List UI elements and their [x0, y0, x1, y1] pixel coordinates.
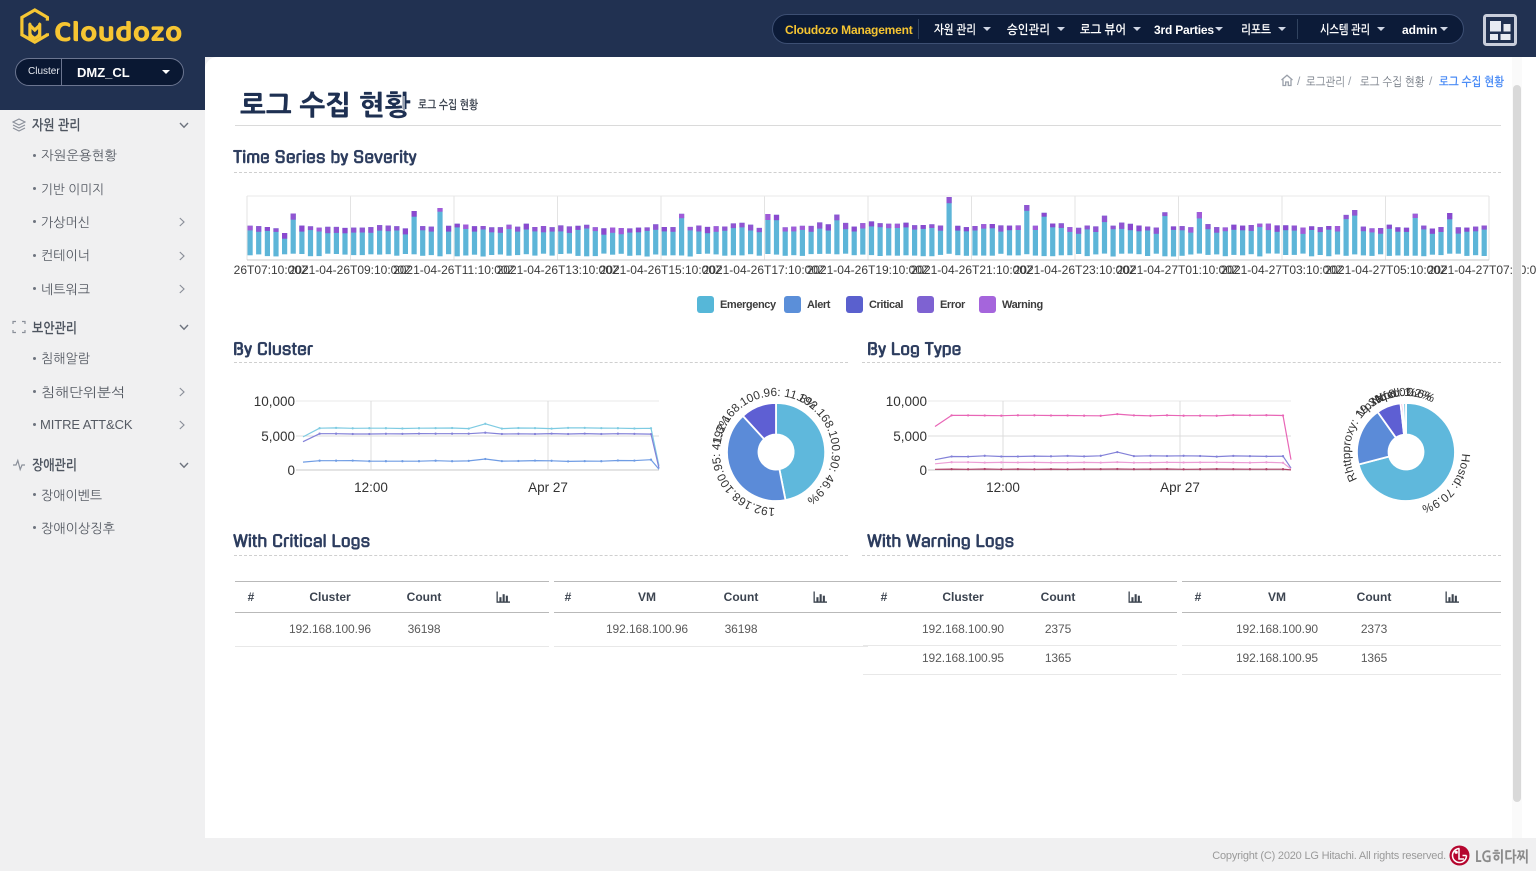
svg-text:10,000: 10,000 [254, 394, 295, 409]
svg-text:5,000: 5,000 [261, 429, 295, 444]
svg-text:12:00: 12:00 [354, 480, 388, 495]
svg-text:Apr 27: Apr 27 [528, 480, 568, 495]
svg-text:Apr 27: Apr 27 [1160, 480, 1200, 495]
svg-text:5,000: 5,000 [893, 429, 927, 444]
svg-text:0: 0 [287, 463, 295, 478]
svg-text:0: 0 [919, 463, 927, 478]
svg-text:12:00: 12:00 [986, 480, 1020, 495]
